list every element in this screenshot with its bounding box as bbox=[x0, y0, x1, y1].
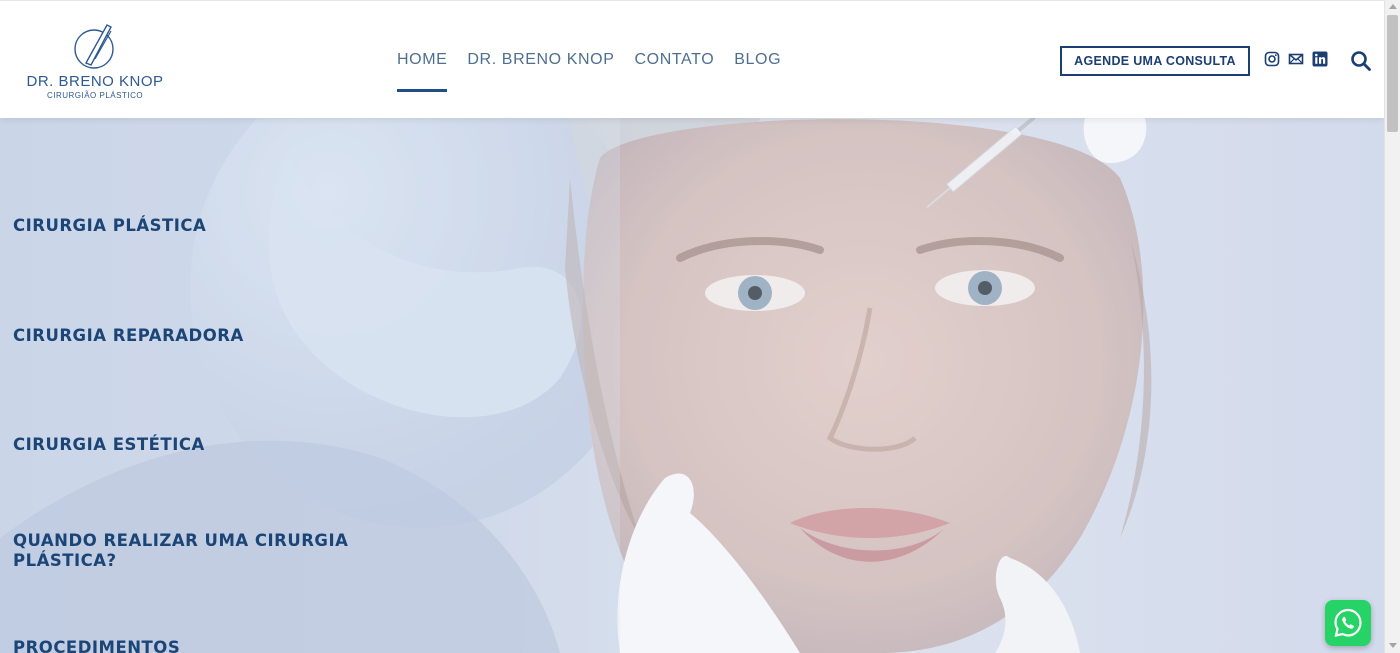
schedule-consultation-button[interactable]: AGENDE UMA CONSULTA bbox=[1060, 46, 1250, 76]
hero-link-quando-realizar[interactable]: QUANDO REALIZAR UMA CIRURGIA PLÁSTICA? bbox=[13, 531, 353, 571]
hero-background-image bbox=[0, 118, 1384, 653]
nav-home[interactable]: HOME bbox=[397, 51, 448, 92]
hero-section: CIRURGIA PLÁSTICA CIRURGIA REPARADORA CI… bbox=[0, 118, 1384, 653]
brand-name: DR. BRENO KNOP bbox=[26, 73, 164, 90]
nav-blog[interactable]: BLOG bbox=[734, 51, 781, 91]
hero-link-cirurgia-estetica[interactable]: CIRURGIA ESTÉTICA bbox=[13, 435, 353, 455]
scroll-down-arrow-icon[interactable] bbox=[1389, 643, 1397, 648]
nav-dr-breno-knop[interactable]: DR. BRENO KNOP bbox=[467, 51, 614, 91]
nav-contato[interactable]: CONTATO bbox=[635, 51, 715, 91]
main-nav: HOME DR. BRENO KNOP CONTATO BLOG bbox=[397, 51, 781, 92]
search-icon[interactable] bbox=[1350, 50, 1372, 72]
mail-icon[interactable] bbox=[1288, 51, 1304, 67]
brand-logo[interactable]: DR. BRENO KNOP CIRURGIÃO PLÁSTICO bbox=[20, 19, 170, 111]
linkedin-icon[interactable] bbox=[1312, 51, 1328, 67]
whatsapp-icon bbox=[1334, 608, 1362, 637]
site-header: DR. BRENO KNOP CIRURGIÃO PLÁSTICO HOME D… bbox=[0, 0, 1384, 118]
social-links bbox=[1264, 51, 1328, 67]
page-scrollbar[interactable] bbox=[1384, 0, 1400, 653]
instagram-icon[interactable] bbox=[1264, 51, 1280, 67]
hero-link-procedimentos[interactable]: PROCEDIMENTOS bbox=[13, 638, 353, 653]
hero-link-cirurgia-plastica[interactable]: CIRURGIA PLÁSTICA bbox=[13, 216, 353, 236]
logo-mark-icon bbox=[74, 24, 114, 69]
hero-link-cirurgia-reparadora[interactable]: CIRURGIA REPARADORA bbox=[13, 326, 353, 346]
brand-tagline: CIRURGIÃO PLÁSTICO bbox=[46, 91, 144, 100]
scrollbar-thumb[interactable] bbox=[1387, 15, 1398, 132]
whatsapp-button[interactable] bbox=[1325, 600, 1371, 646]
scroll-up-arrow-icon[interactable] bbox=[1389, 4, 1397, 9]
